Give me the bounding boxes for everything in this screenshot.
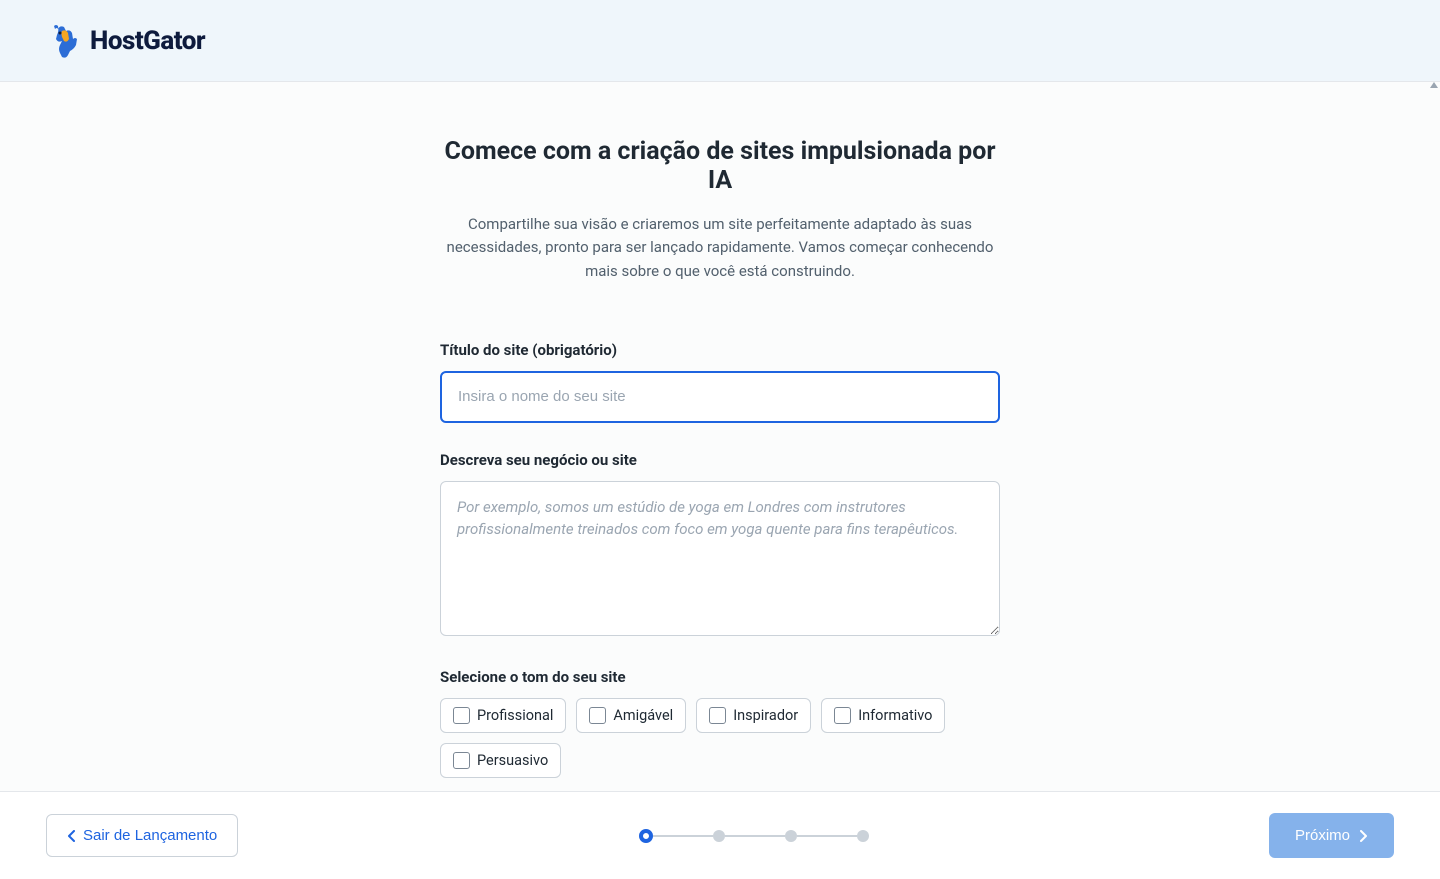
- tone-option-profissional[interactable]: Profissional: [440, 698, 566, 733]
- logo: HostGator: [50, 21, 205, 61]
- tone-option-persuasivo[interactable]: Persuasivo: [440, 743, 561, 778]
- tone-field-group: Selecione o tom do seu site Profissional…: [440, 668, 1000, 778]
- step-line: [797, 835, 857, 837]
- description-field-group: Descreva seu negócio ou site: [440, 451, 1000, 640]
- header: HostGator: [0, 0, 1440, 82]
- site-title-field-group: Título do site (obrigatório): [440, 341, 1000, 423]
- content: Comece com a criação de sites impulsiona…: [420, 137, 1020, 791]
- tone-option-label: Persuasivo: [477, 752, 548, 769]
- step-dot-2: [713, 830, 725, 842]
- step-line: [653, 835, 713, 837]
- checkbox-icon: [453, 707, 470, 724]
- exit-button[interactable]: Sair de Lançamento: [46, 814, 238, 857]
- scrollbar-up-icon: [1430, 82, 1438, 88]
- site-title-input[interactable]: [440, 371, 1000, 423]
- site-title-label: Título do site (obrigatório): [440, 341, 1000, 359]
- logo-text: HostGator: [90, 26, 205, 56]
- content-wrapper: Comece com a criação de sites impulsiona…: [0, 82, 1440, 791]
- checkbox-icon: [709, 707, 726, 724]
- description-textarea[interactable]: [440, 481, 1000, 636]
- tone-label: Selecione o tom do seu site: [440, 668, 1000, 686]
- next-button-label: Próximo: [1295, 827, 1350, 844]
- chevron-right-icon: [1358, 830, 1368, 842]
- tone-option-informativo[interactable]: Informativo: [821, 698, 945, 733]
- tone-option-label: Inspirador: [733, 707, 798, 724]
- step-dot-3: [785, 830, 797, 842]
- tone-option-label: Informativo: [858, 707, 932, 724]
- exit-button-label: Sair de Lançamento: [83, 827, 217, 844]
- tone-option-label: Profissional: [477, 707, 553, 724]
- scrollbar[interactable]: [1430, 82, 1440, 791]
- step-line: [725, 835, 785, 837]
- checkbox-icon: [453, 752, 470, 769]
- tone-option-amigavel[interactable]: Amigável: [576, 698, 686, 733]
- tone-option-label: Amigável: [613, 707, 673, 724]
- next-button[interactable]: Próximo: [1269, 813, 1394, 858]
- step-dot-4: [857, 830, 869, 842]
- hostgator-icon: [50, 21, 82, 61]
- tone-options: Profissional Amigável Inspirador Informa…: [440, 698, 1000, 778]
- checkbox-icon: [589, 707, 606, 724]
- page-subtitle: Compartilhe sua visão e criaremos um sit…: [440, 213, 1000, 283]
- stepper: [639, 829, 869, 843]
- checkbox-icon: [834, 707, 851, 724]
- tone-option-inspirador[interactable]: Inspirador: [696, 698, 811, 733]
- footer: Sair de Lançamento Próximo: [0, 791, 1440, 879]
- page-title: Comece com a criação de sites impulsiona…: [440, 137, 1000, 195]
- chevron-left-icon: [67, 830, 77, 842]
- step-dot-1: [639, 829, 653, 843]
- description-label: Descreva seu negócio ou site: [440, 451, 1000, 469]
